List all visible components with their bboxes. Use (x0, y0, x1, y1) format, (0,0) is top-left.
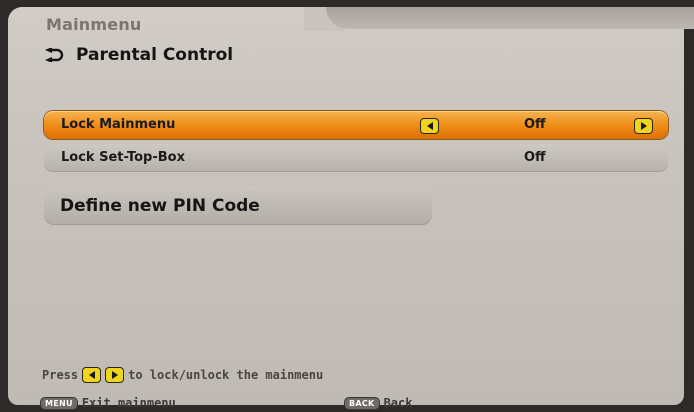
back-key-icon: BACK (344, 396, 380, 410)
subtitle-row: Parental Control (44, 45, 233, 65)
menu-item-value: Off (524, 150, 546, 165)
menu-item-value: Off (524, 117, 546, 132)
hint-prefix: Press (42, 368, 79, 382)
menu-item-lock-mainmenu[interactable]: Lock Mainmenu Off (44, 111, 668, 139)
section-title: Parental Control (76, 45, 234, 65)
exit-mainmenu-label: Exit mainmenu (81, 396, 176, 410)
menu-item-lock-set-top-box[interactable]: Lock Set-Top-Box Off (44, 144, 668, 172)
menu-item-label: Lock Mainmenu (61, 117, 176, 132)
back-button[interactable]: BACK Back (344, 396, 412, 410)
tab-notch (326, 7, 694, 29)
left-arrow-icon[interactable] (420, 118, 439, 134)
menu-key-icon: MENU (40, 396, 78, 410)
right-arrow-icon (105, 367, 125, 383)
back-label: Back (383, 396, 413, 410)
define-pin-button[interactable]: Define new PIN Code (44, 187, 432, 225)
back-arrow-icon (45, 48, 64, 62)
exit-mainmenu-button[interactable]: MENU Exit mainmenu (40, 396, 176, 410)
right-arrow-icon[interactable] (634, 118, 653, 134)
menu-item-label: Lock Set-Top-Box (61, 150, 185, 165)
menu-panel: Mainmenu Parental Control Lock Mainmenu … (8, 7, 694, 410)
left-arrow-icon (82, 367, 102, 383)
page-title: Mainmenu (46, 15, 142, 34)
define-pin-label: Define new PIN Code (60, 196, 260, 216)
hint-suffix: to lock/unlock the mainmenu (128, 368, 324, 382)
hint-text: Press to lock/unlock the mainmenu (42, 367, 323, 383)
